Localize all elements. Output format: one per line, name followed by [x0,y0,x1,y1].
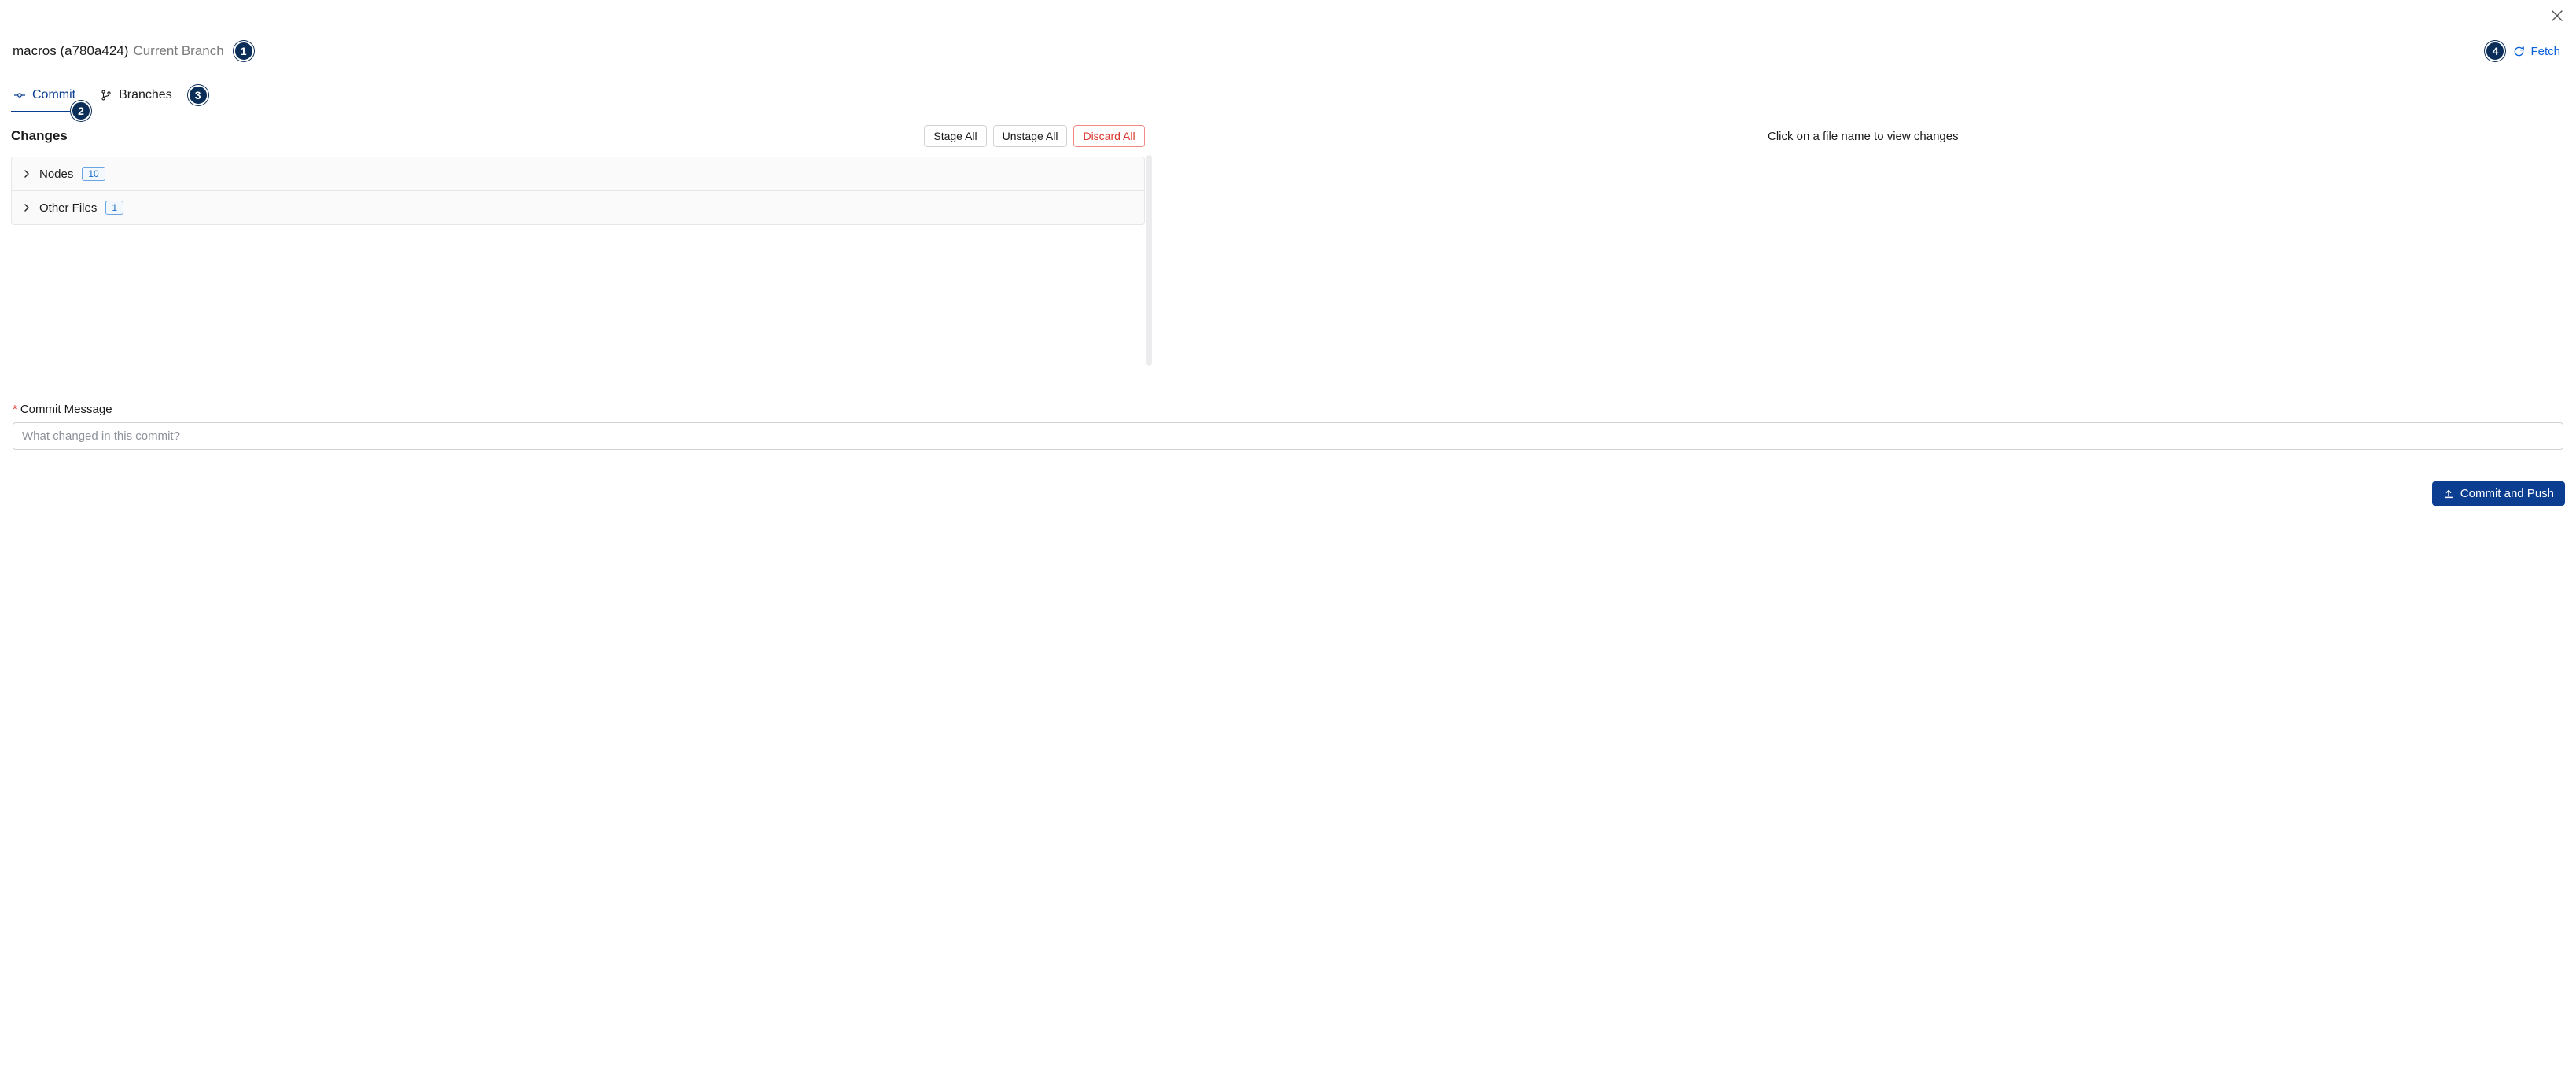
changes-header: Changes Stage All Unstage All Discard Al… [11,125,1145,147]
file-group-label: Nodes [39,168,73,181]
scrollbar-thumb[interactable] [1146,155,1152,366]
close-button[interactable] [2549,8,2565,24]
tab-branches[interactable]: Branches [99,85,174,112]
fetch-label: Fetch [2530,45,2560,58]
fetch-button[interactable]: Fetch [2513,45,2560,58]
file-group-nodes[interactable]: Nodes 10 [12,157,1144,191]
tab-branches-label: Branches [119,88,172,102]
commit-push-label: Commit and Push [2460,487,2554,500]
footer-actions: Commit and Push [11,481,2565,506]
changes-title: Changes [11,128,68,144]
file-count-badge: 10 [82,167,105,181]
stage-all-button[interactable]: Stage All [924,125,986,147]
changes-actions: Stage All Unstage All Discard All [924,125,1144,147]
tab-bar: Commit Branches 3 [11,85,2565,112]
branch-breadcrumb: macros (a780a424) Current Branch 1 [13,41,254,61]
upload-icon [2443,488,2454,499]
commit-and-push-button[interactable]: Commit and Push [2432,481,2565,506]
tab-commit-label: Commit [32,88,75,102]
commit-message-input[interactable] [13,422,2563,450]
empty-state-hint: Click on a file name to view changes [1768,130,1959,143]
git-modal: macros (a780a424) Current Branch 1 4 Fet… [0,0,2576,520]
commit-icon [14,90,25,101]
close-icon [2551,9,2563,22]
branch-icon [101,90,112,101]
chevron-right-icon [23,170,31,178]
commit-form: * Commit Message [11,403,2565,450]
annotation-1: 1 [234,41,254,61]
discard-all-button[interactable]: Discard All [1073,125,1144,147]
changes-pane: Changes Stage All Unstage All Discard Al… [11,125,1161,373]
required-asterisk: * [13,403,17,416]
file-group-label: Other Files [39,201,97,215]
diff-pane: Click on a file name to view changes [1161,125,2565,373]
annotation-3: 3 [188,85,208,105]
modal-header: macros (a780a424) Current Branch 1 4 Fet… [11,41,2565,61]
file-count-badge: 1 [105,201,123,215]
annotation-4: 4 [2485,41,2505,61]
commit-label-text: Commit Message [20,403,112,416]
unstage-all-button[interactable]: Unstage All [993,125,1068,147]
refresh-icon [2513,46,2525,57]
branch-status: Current Branch [133,43,223,59]
chevron-right-icon [23,204,31,212]
annotation-2: 2 [71,101,91,121]
file-list: Nodes 10 Other Files 1 [11,157,1145,225]
commit-message-label: * Commit Message [13,403,2563,416]
tab-commit[interactable]: Commit [13,85,77,112]
branch-name: macros (a780a424) [13,43,128,59]
file-group-other[interactable]: Other Files 1 [12,191,1144,224]
content-area: Changes Stage All Unstage All Discard Al… [11,125,2565,373]
